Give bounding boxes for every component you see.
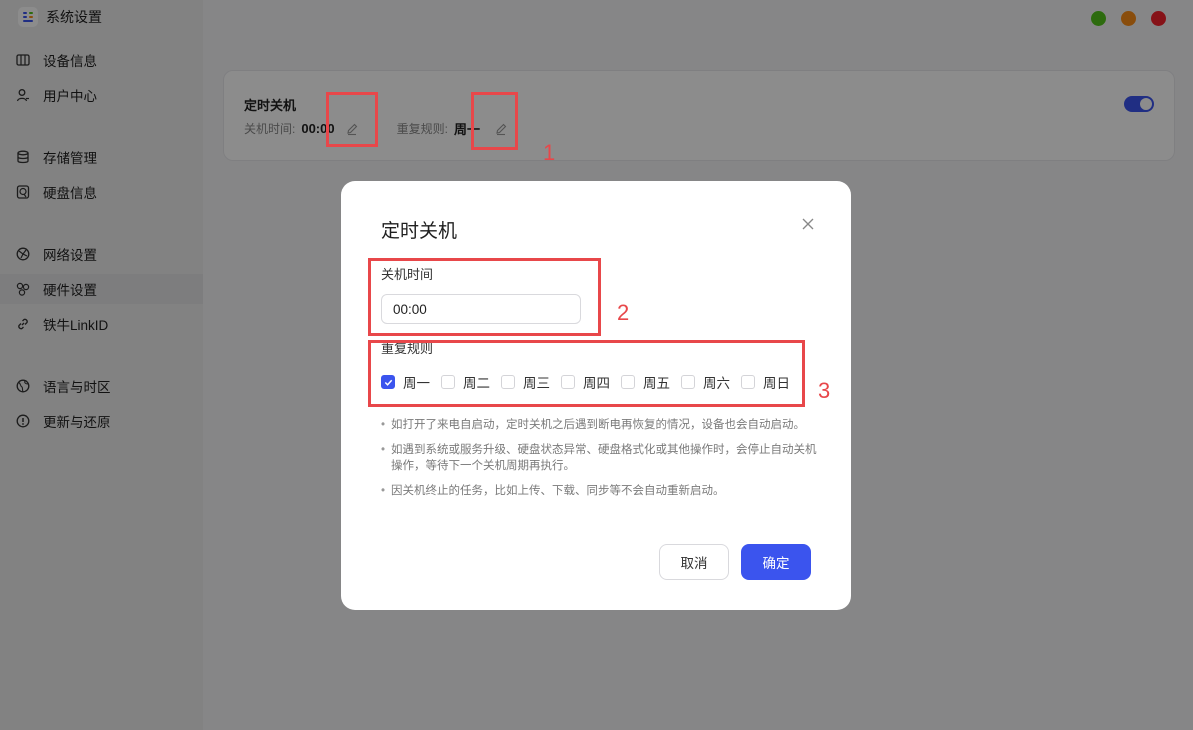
annotation-number-1: 1 [543, 140, 556, 165]
annotation-box-3 [368, 340, 805, 407]
close-icon[interactable] [801, 217, 815, 231]
note-item: 因关机终止的任务，比如上传、下载、同步等不会自动重新启动。 [381, 483, 821, 500]
note-item: 如遇到系统或服务升级、硬盘状态异常、硬盘格式化或其他操作时，会停止自动关机操作，… [381, 442, 821, 475]
dialog-title: 定时关机 [381, 221, 458, 242]
annotation-number-2: 2 [617, 300, 630, 325]
annotation-box-1a [326, 92, 378, 147]
note-item: 如打开了来电自启动，定时关机之后遇到断电再恢复的情况，设备也会自动启动。 [381, 417, 821, 434]
confirm-button[interactable]: 确定 [741, 544, 811, 580]
notes-list: 如打开了来电自启动，定时关机之后遇到断电再恢复的情况，设备也会自动启动。 如遇到… [381, 417, 821, 507]
annotation-box-2 [368, 258, 601, 336]
annotation-number-3: 3 [818, 378, 831, 403]
annotation-box-1b [471, 92, 518, 150]
cancel-button[interactable]: 取消 [659, 544, 729, 580]
